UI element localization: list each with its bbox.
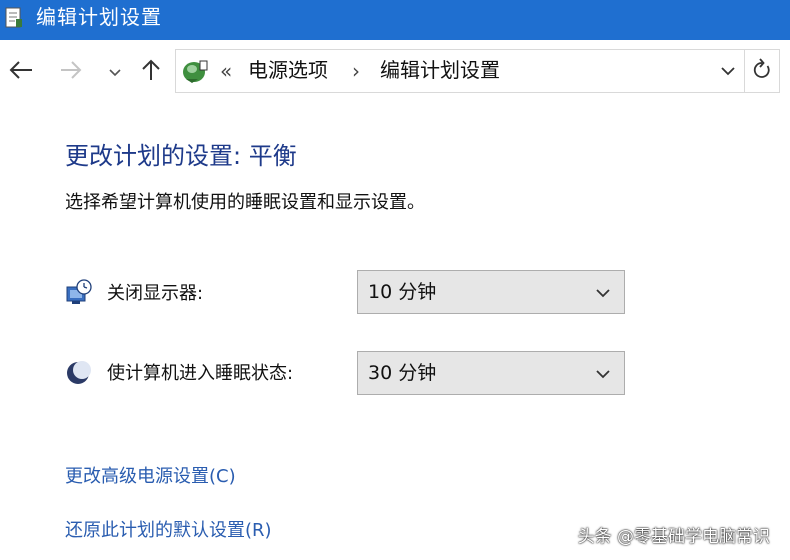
display-off-label: 关闭显示器: [107, 283, 204, 304]
watermark: 头条 @零基础学电脑常识 [577, 527, 770, 547]
address-bar[interactable]: « 电源选项 › 编辑计划设置 [175, 49, 745, 93]
moon-icon [65, 359, 93, 387]
address-dropdown-button[interactable] [718, 61, 738, 81]
sleep-select[interactable]: 30 分钟 [357, 351, 625, 395]
document-edit-icon [4, 7, 24, 29]
breadcrumb-overflow[interactable]: « [220, 59, 232, 83]
display-off-select[interactable]: 10 分钟 [357, 270, 625, 314]
breadcrumb-separator[interactable]: › [352, 59, 360, 83]
arrow-right-icon [59, 60, 83, 84]
sleep-value: 30 分钟 [368, 362, 437, 384]
restore-defaults-link[interactable]: 还原此计划的默认设置(R) [65, 519, 272, 543]
navigation-bar: « 电源选项 › 编辑计划设置 [0, 40, 790, 106]
back-button[interactable] [4, 54, 38, 90]
window-title: 编辑计划设置 [36, 5, 162, 29]
breadcrumb-item-edit-plan[interactable]: 编辑计划设置 [380, 57, 500, 83]
breadcrumb-item-power-options[interactable]: 电源选项 [248, 57, 328, 83]
chevron-down-icon [594, 365, 612, 383]
page-title: 更改计划的设置: 平衡 [65, 142, 297, 170]
chevron-down-icon [594, 284, 612, 302]
main-content: 更改计划的设置: 平衡 选择希望计算机使用的睡眠设置和显示设置。 关闭显示器: … [0, 106, 790, 560]
recent-locations-button[interactable] [104, 54, 126, 90]
arrow-left-icon [8, 60, 34, 84]
display-clock-icon [65, 279, 93, 307]
advanced-power-settings-link[interactable]: 更改高级电源设置(C) [65, 465, 236, 489]
arrow-up-icon [141, 58, 161, 86]
sleep-label: 使计算机进入睡眠状态: [107, 363, 294, 384]
display-off-value: 10 分钟 [368, 281, 437, 303]
title-bar: 编辑计划设置 [0, 0, 790, 40]
chevron-down-icon [718, 66, 738, 85]
chevron-down-icon [108, 63, 122, 82]
forward-button[interactable] [56, 54, 86, 90]
up-button[interactable] [136, 54, 166, 90]
refresh-button[interactable] [744, 49, 780, 93]
power-options-icon [180, 57, 210, 85]
page-description: 选择希望计算机使用的睡眠设置和显示设置。 [65, 192, 425, 213]
refresh-icon [752, 58, 772, 84]
